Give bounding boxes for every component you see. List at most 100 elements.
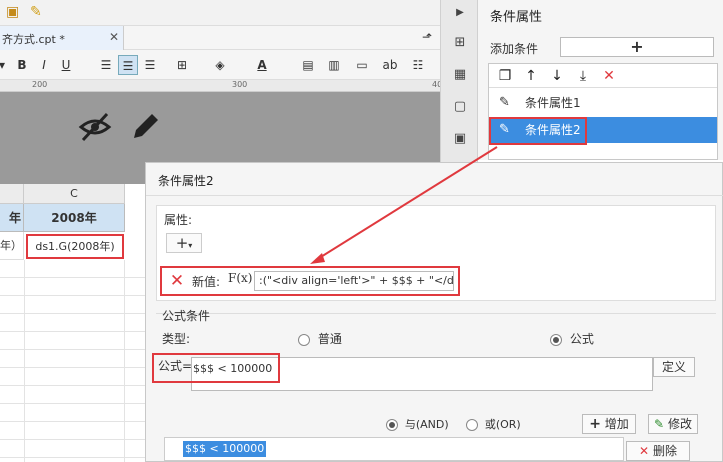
move-down-icon[interactable]: ↓ bbox=[547, 66, 567, 86]
new-value-label: 新值: bbox=[192, 275, 221, 289]
more-icon[interactable]: ☷ bbox=[408, 55, 428, 75]
collapse-arrow-icon[interactable]: ▶ bbox=[451, 4, 469, 22]
attribute-label: 属性: bbox=[164, 213, 193, 227]
close-tab-icon[interactable]: ✕ bbox=[109, 30, 119, 44]
column-header[interactable] bbox=[0, 184, 24, 204]
delete-icon[interactable]: ✕ bbox=[599, 66, 619, 86]
border-icon[interactable]: ⊞ bbox=[172, 55, 192, 75]
formula-condition-heading: 公式条件 bbox=[162, 309, 211, 323]
grid-row bbox=[0, 278, 145, 296]
list-item[interactable]: ✎ 条件属性1 bbox=[489, 90, 717, 116]
ab-button[interactable]: ab bbox=[380, 55, 400, 75]
font-size-dropdown[interactable]: ▾ bbox=[0, 55, 12, 75]
grid-row bbox=[0, 440, 145, 458]
grid-row bbox=[0, 422, 145, 440]
grid-row bbox=[0, 404, 145, 422]
header-cell-c[interactable]: 2008年 bbox=[24, 204, 125, 232]
fx-button[interactable]: F(x) bbox=[228, 271, 252, 285]
divider bbox=[146, 195, 723, 196]
grid-row bbox=[0, 260, 145, 278]
type-label: 类型: bbox=[162, 332, 191, 346]
formula-label: 公式= bbox=[158, 359, 193, 373]
pencil-icon: ✎ bbox=[499, 95, 510, 110]
delete-button-label: 删除 bbox=[652, 444, 677, 458]
condition-panel: 条件属性 添加条件 + ❐ ↑ ↓ ⤓ ✕ ✎ 条件属性1 ✎ 条件属性2 bbox=[478, 0, 723, 160]
radio-and[interactable] bbox=[386, 418, 398, 431]
add-attribute-dropdown[interactable]: +▾ bbox=[166, 233, 202, 253]
ruler: 200 300 40 bbox=[0, 80, 442, 92]
wrap-icon[interactable]: ▭ bbox=[352, 55, 372, 75]
unmerge-icon[interactable]: ▥ bbox=[324, 55, 344, 75]
define-button[interactable]: 定义 bbox=[653, 357, 695, 377]
align-center-icon[interactable]: ☰ bbox=[118, 55, 138, 75]
type-formula-option[interactable]: 公式 bbox=[550, 330, 594, 347]
ruler-mark: 200 bbox=[32, 80, 48, 89]
grid-row bbox=[0, 296, 145, 314]
modify-button-label: 修改 bbox=[667, 417, 692, 431]
bold-button[interactable]: B bbox=[12, 55, 32, 75]
grid-row bbox=[0, 386, 145, 404]
formula-value-field[interactable]: :("<div align='left'>" + $$$ + "</div>") bbox=[254, 271, 454, 291]
underline-button[interactable]: U bbox=[56, 55, 76, 75]
move-up-icon[interactable]: ↑ bbox=[521, 66, 541, 86]
spreadsheet: C 年 2008年 年） ds1.G(2008年) bbox=[0, 184, 145, 462]
condition-list: ❐ ↑ ↓ ⤓ ✕ ✎ 条件属性1 ✎ 条件属性2 bbox=[488, 63, 718, 160]
paste-icon[interactable]: ▣ bbox=[6, 4, 19, 20]
edit-icon: ✎ bbox=[654, 417, 665, 431]
data-cell[interactable]: 年） bbox=[0, 232, 24, 260]
plus-icon: + bbox=[589, 416, 601, 432]
add-button[interactable]: + 增加 bbox=[582, 414, 636, 434]
cell-attr-icon[interactable]: ⊞ bbox=[451, 34, 469, 52]
dialog-title: 条件属性2 bbox=[158, 174, 214, 188]
or-option[interactable]: 或(OR) bbox=[466, 416, 521, 432]
delete-button[interactable]: ✕ 删除 bbox=[626, 441, 690, 461]
header-cell[interactable]: 年 bbox=[0, 204, 24, 232]
delete-icon: ✕ bbox=[639, 444, 650, 458]
type-normal-option[interactable]: 普通 bbox=[298, 330, 342, 347]
align-right-icon[interactable]: ☰ bbox=[140, 55, 160, 75]
grid-row bbox=[0, 332, 145, 350]
font-color-button[interactable]: A bbox=[252, 55, 272, 75]
add-button-label: 增加 bbox=[604, 417, 629, 431]
frame-icon[interactable]: ▢ bbox=[451, 98, 469, 116]
radio-formula[interactable] bbox=[550, 333, 562, 346]
add-condition-label: 添加条件 bbox=[490, 42, 539, 56]
fill-color-icon[interactable]: ◈ bbox=[210, 55, 230, 75]
tab-bar: 齐方式.cpt * ✕ ⬏ bbox=[0, 26, 440, 50]
type-formula-label: 公式 bbox=[569, 332, 594, 346]
hidden-eye-icon[interactable] bbox=[78, 110, 112, 144]
pin-icon[interactable]: ⬏ bbox=[422, 30, 432, 44]
add-condition-button[interactable]: + bbox=[560, 37, 714, 57]
list-item-label: 条件属性1 bbox=[525, 96, 581, 110]
copy-icon[interactable]: ❐ bbox=[495, 66, 515, 86]
or-label: 或(OR) bbox=[484, 418, 521, 431]
italic-button[interactable]: I bbox=[34, 55, 54, 75]
list-toolbar: ❐ ↑ ↓ ⤓ ✕ bbox=[489, 64, 717, 88]
remove-icon[interactable]: ✕ bbox=[168, 272, 186, 290]
column-header-c[interactable]: C bbox=[24, 184, 125, 204]
grid-row bbox=[0, 350, 145, 368]
modify-button[interactable]: ✎ 修改 bbox=[648, 414, 698, 434]
file-tab[interactable]: 齐方式.cpt * ✕ bbox=[0, 26, 124, 50]
condition-item[interactable]: $$$ < 100000 bbox=[183, 441, 267, 457]
format-toolbar: ▾ B I U ☰ ☰ ☰ ⊞ ◈ A ▤ ▥ ▭ ab ☷ bbox=[0, 50, 440, 80]
widget-icon[interactable]: ▦ bbox=[451, 66, 469, 84]
panel-title: 条件属性 bbox=[490, 10, 543, 25]
radio-or[interactable] bbox=[466, 418, 478, 431]
highlight-box bbox=[489, 117, 587, 145]
and-option[interactable]: 与(AND) bbox=[386, 416, 449, 432]
dropdown-box-icon[interactable]: ▣ bbox=[451, 130, 469, 148]
grid-row bbox=[0, 314, 145, 332]
pencil-icon[interactable] bbox=[128, 110, 162, 144]
align-left-icon[interactable]: ☰ bbox=[96, 55, 116, 75]
ruler-mark: 300 bbox=[232, 80, 248, 89]
radio-normal[interactable] bbox=[298, 333, 310, 346]
formula-input-value: $$$ < 100000 bbox=[193, 362, 273, 375]
data-cell-c[interactable]: ds1.G(2008年) bbox=[26, 234, 124, 259]
condition-list-box: $$$ < 100000 bbox=[164, 437, 624, 461]
move-bottom-icon[interactable]: ⤓ bbox=[573, 66, 593, 86]
top-toolbar: ▣ ✎ bbox=[0, 0, 440, 26]
new-value-row: ✕ 新值: F(x) :("<div align='left'>" + $$$ … bbox=[160, 266, 460, 296]
merge-icon[interactable]: ▤ bbox=[298, 55, 318, 75]
format-painter-icon[interactable]: ✎ bbox=[30, 4, 42, 20]
